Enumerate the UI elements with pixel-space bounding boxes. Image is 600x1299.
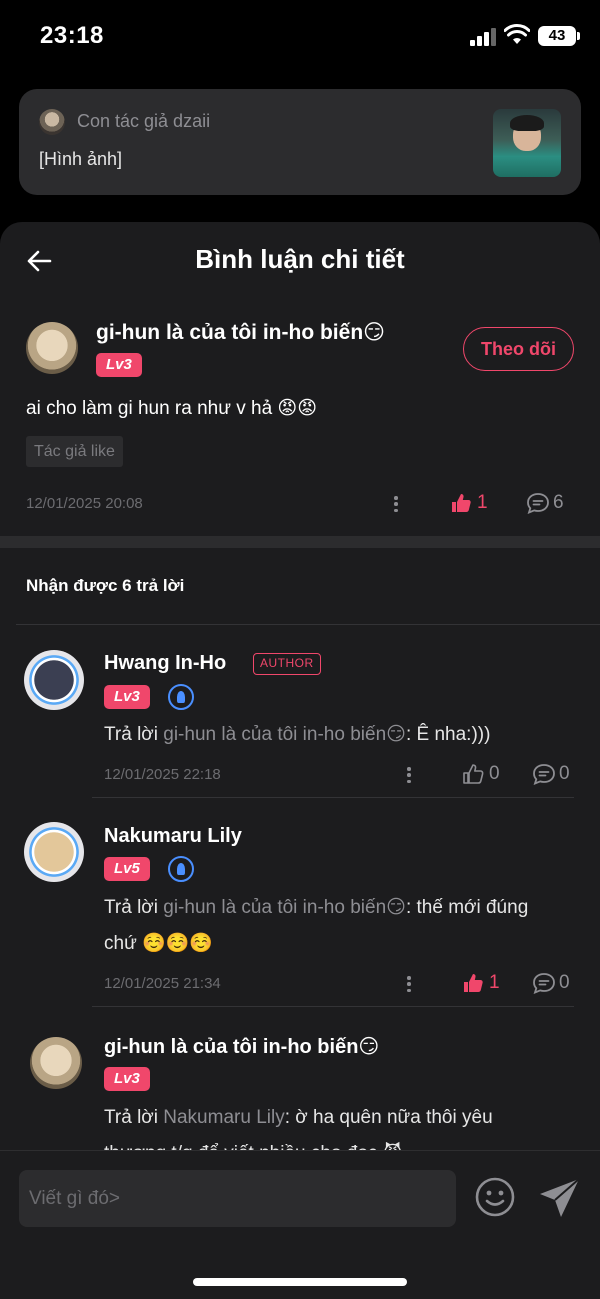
comment-author-name[interactable]: gi-hun là của tôi in-ho biến😏	[96, 320, 385, 345]
wifi-icon	[504, 24, 530, 44]
avatar[interactable]	[26, 322, 78, 374]
reply-prefix: Trả lời	[104, 1107, 164, 1128]
comment-date: 12/01/2025 20:08	[26, 495, 143, 512]
thumbs-up-outline-icon[interactable]	[462, 763, 484, 785]
level-badge: Lv5	[104, 857, 150, 881]
like-count: 1	[489, 972, 500, 993]
like-count: 0	[489, 763, 500, 784]
level-badge: Lv3	[96, 353, 142, 377]
more-options-icon[interactable]	[394, 496, 398, 513]
verified-writer-icon	[168, 856, 194, 882]
thumbs-up-filled-icon[interactable]	[462, 972, 484, 994]
more-options-icon[interactable]	[407, 976, 411, 993]
reply-prefix: Trả lời	[104, 724, 164, 745]
battery-icon: 43	[538, 26, 580, 46]
author-badge: AUTHOR	[253, 653, 321, 675]
level-badge: Lv3	[104, 1067, 150, 1091]
level-badge: Lv3	[104, 685, 150, 709]
status-time: 23:18	[40, 22, 104, 49]
notification-avatar	[39, 109, 65, 135]
divider	[92, 797, 574, 798]
send-icon[interactable]	[538, 1176, 582, 1220]
reply-mention[interactable]: gi-hun là của tôi in-ho biến😏	[163, 897, 406, 918]
more-options-icon[interactable]	[407, 767, 411, 784]
reply-date: 12/01/2025 22:18	[104, 766, 221, 783]
reply-content: : Ê nha:)))	[405, 724, 491, 745]
section-divider	[0, 536, 600, 548]
comment-count: 6	[553, 492, 564, 513]
reply-author-name[interactable]: gi-hun là của tôi in-ho biến😏	[104, 1034, 379, 1059]
comment-detail-sheet: Bình luận chi tiết gi-hun là của tôi in-…	[0, 222, 600, 1299]
reply-date: 12/01/2025 21:34	[104, 975, 221, 992]
comment-bubble-icon[interactable]	[532, 763, 556, 785]
avatar[interactable]	[24, 822, 84, 882]
reply-author-name[interactable]: Hwang In-Ho	[104, 652, 226, 675]
divider	[16, 624, 600, 625]
notification-author: Con tác giả dzaii	[77, 111, 211, 131]
message-notification[interactable]: Con tác giả dzaii [Hình ảnh]	[19, 89, 581, 195]
reply-author-name[interactable]: Nakumaru Lily	[104, 825, 242, 848]
comment-count: 0	[559, 763, 570, 784]
verified-writer-icon	[168, 684, 194, 710]
notification-message: [Hình ảnh]	[39, 149, 123, 169]
status-bar: 23:18 43	[0, 0, 600, 72]
avatar[interactable]	[30, 1037, 82, 1089]
page-title: Bình luận chi tiết	[195, 244, 405, 274]
comment-bubble-icon[interactable]	[526, 492, 550, 514]
thumbs-up-filled-icon[interactable]	[450, 492, 472, 514]
comment-count: 0	[559, 972, 570, 993]
like-count: 1	[477, 492, 488, 513]
replies-count-heading: Nhận được 6 trả lời	[26, 576, 185, 595]
reply-text: Trả lời gi-hun là của tôi in-ho biến😏: Ê…	[104, 717, 574, 753]
reply-mention[interactable]: Nakumaru Lily	[163, 1107, 284, 1128]
home-indicator	[193, 1278, 407, 1286]
emoji-icon[interactable]	[474, 1176, 516, 1218]
avatar[interactable]	[24, 650, 84, 710]
comment-text: ai cho làm gi hun ra như v hả 😡😡	[26, 398, 318, 419]
author-like-tag: Tác giả like	[26, 436, 123, 467]
comment-input-bar	[0, 1150, 600, 1299]
divider	[92, 1006, 574, 1007]
comment-bubble-icon[interactable]	[532, 972, 556, 994]
comment-input[interactable]	[19, 1170, 456, 1227]
reply-text: Trả lời gi-hun là của tôi in-ho biến😏: t…	[104, 890, 544, 962]
reply-mention[interactable]: gi-hun là của tôi in-ho biến😏	[163, 724, 406, 745]
follow-button[interactable]: Theo dõi	[463, 327, 574, 371]
reply-prefix: Trả lời	[104, 897, 164, 918]
notification-image-thumbnail[interactable]	[493, 109, 561, 177]
cellular-signal-icon	[470, 28, 496, 46]
